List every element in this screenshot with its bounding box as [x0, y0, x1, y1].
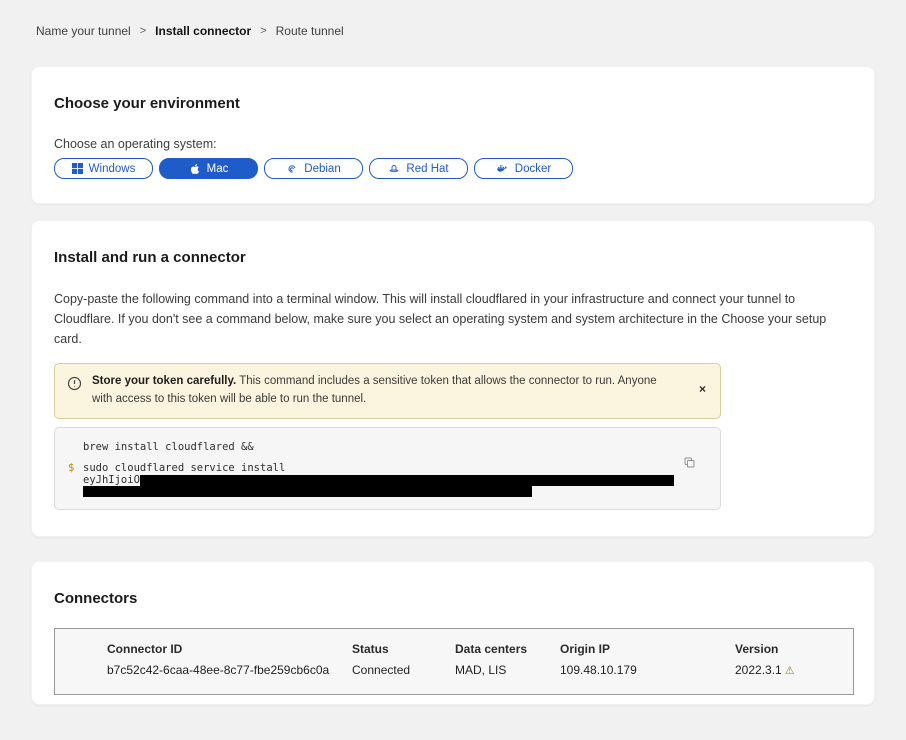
os-button-docker[interactable]: Docker	[474, 158, 573, 179]
warning-title: Store your token carefully.	[92, 375, 236, 387]
alert-circle-icon	[67, 376, 82, 396]
breadcrumb-step-install-connector[interactable]: Install connector	[155, 24, 251, 38]
install-connector-card: Install and run a connector Copy-paste t…	[31, 220, 875, 537]
origin-ip-value: 109.48.10.179	[560, 663, 735, 677]
install-card-title: Install and run a connector	[54, 249, 852, 266]
connectors-table: Connector ID b7c52c42-6caa-48ee-8c77-fbe…	[54, 628, 854, 695]
breadcrumb-separator: >	[260, 25, 266, 37]
version-value: 2022.3.1⚠	[735, 663, 853, 677]
column-header: Status	[352, 642, 455, 656]
docker-icon	[496, 162, 509, 175]
os-select-label: Choose an operating system:	[54, 137, 852, 151]
os-button-redhat[interactable]: Red Hat	[369, 158, 468, 179]
os-button-label: Red Hat	[406, 163, 448, 175]
debian-icon	[286, 163, 298, 175]
column-status: Status Connected	[352, 642, 455, 694]
install-description: Copy-paste the following command into a …	[54, 289, 852, 349]
os-button-debian[interactable]: Debian	[264, 158, 363, 179]
apple-icon	[189, 163, 201, 175]
column-data-centers: Data centers MAD, LIS	[455, 642, 560, 694]
command-text: brew install cloudflared &&	[83, 441, 254, 453]
column-origin-ip: Origin IP 109.48.10.179	[560, 642, 735, 694]
column-header: Origin IP	[560, 642, 735, 656]
os-button-windows[interactable]: Windows	[54, 158, 153, 179]
breadcrumb-step-name-your-tunnel[interactable]: Name your tunnel	[36, 24, 131, 38]
command-line-1: brew install cloudflared &&	[68, 441, 680, 453]
os-button-label: Windows	[89, 163, 136, 175]
environment-card-title: Choose your environment	[54, 95, 852, 112]
column-version: Version 2022.3.1⚠	[735, 642, 853, 694]
command-token-line: eyJhIjoiO	[68, 474, 680, 486]
column-header: Version	[735, 642, 853, 656]
os-button-label: Docker	[515, 163, 551, 175]
redacted-token-bar	[83, 486, 532, 497]
copy-icon[interactable]	[681, 454, 698, 474]
shell-prompt: $	[68, 462, 83, 474]
os-button-label: Debian	[304, 163, 340, 175]
command-text: sudo cloudflared service install	[83, 462, 285, 474]
breadcrumb: Name your tunnel > Install connector > R…	[0, 0, 906, 38]
connectors-card: Connectors Connector ID b7c52c42-6caa-48…	[31, 561, 875, 705]
os-button-label: Mac	[207, 163, 229, 175]
column-header: Data centers	[455, 642, 560, 656]
breadcrumb-step-route-tunnel[interactable]: Route tunnel	[276, 24, 344, 38]
warning-triangle-icon: ⚠	[785, 665, 795, 677]
connectors-card-title: Connectors	[54, 590, 852, 607]
windows-icon	[72, 163, 83, 174]
connector-id-value: b7c52c42-6caa-48ee-8c77-fbe259cb6c0a	[107, 663, 352, 677]
redhat-icon	[388, 163, 400, 175]
token-text: eyJhIjoiO	[83, 474, 674, 486]
command-token-line-2	[68, 486, 680, 497]
install-command-block: brew install cloudflared && $ sudo cloud…	[54, 427, 721, 510]
redacted-token-bar	[140, 475, 674, 486]
command-line-2: $ sudo cloudflared service install	[68, 462, 680, 474]
environment-card: Choose your environment Choose an operat…	[31, 66, 875, 204]
column-connector-id: Connector ID b7c52c42-6caa-48ee-8c77-fbe…	[107, 642, 352, 694]
close-icon[interactable]: ×	[697, 381, 708, 397]
data-centers-value: MAD, LIS	[455, 663, 560, 677]
column-header: Connector ID	[107, 642, 352, 656]
status-badge: Connected	[352, 663, 455, 677]
os-button-mac[interactable]: Mac	[159, 158, 258, 179]
os-button-group: Windows Mac Debian Red Hat Docker	[54, 158, 852, 179]
token-warning-banner: Store your token carefully. This command…	[54, 363, 721, 419]
warning-message: Store your token carefully. This command…	[92, 373, 687, 409]
breadcrumb-separator: >	[140, 25, 146, 37]
